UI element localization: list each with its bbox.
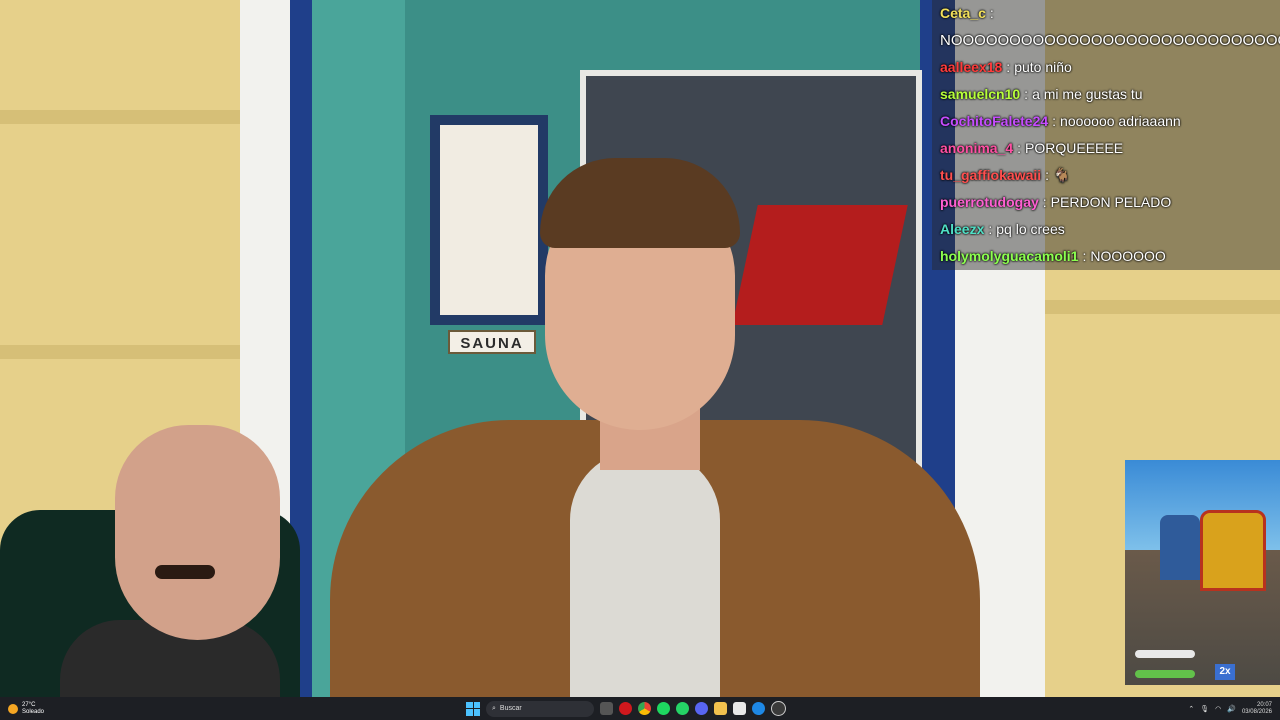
clock-date: 03/08/2026 <box>1241 708 1272 715</box>
chat-username[interactable]: Aleezx <box>940 221 984 237</box>
live-chat-overlay: Ceta_c: NOOOOOOOOOOOOOOOOOOOOOOOOOOOOOO aa… <box>932 0 1280 270</box>
chat-message: aalleex18: puto niño <box>932 54 1280 81</box>
folder-icon[interactable] <box>714 702 727 715</box>
microphone-icon[interactable]: 🎙 <box>1200 705 1209 713</box>
wall-ledge <box>1045 300 1280 314</box>
chat-separator: : <box>1082 248 1087 264</box>
chrome-icon[interactable] <box>638 702 651 715</box>
weather-desc: Soleado <box>22 708 45 715</box>
clock[interactable]: 20:07 03/08/2026 <box>1242 702 1272 716</box>
spotify-icon[interactable] <box>657 702 670 715</box>
chat-text: NOOOOOO <box>1090 248 1166 264</box>
chat-username[interactable]: aalleex18 <box>940 59 1002 75</box>
chat-separator: : <box>1052 113 1057 129</box>
chat-message: Ceta_c: <box>932 0 1280 27</box>
chat-text: PERDON PELADO <box>1050 194 1172 210</box>
subway-surfers-gameplay: 2x <box>1125 460 1280 685</box>
wall-ledge <box>0 345 240 359</box>
chat-message: Aleezx: pq lo crees <box>932 216 1280 243</box>
obs-icon[interactable] <box>771 701 786 716</box>
powerup-bar <box>1135 650 1195 658</box>
chat-separator: : <box>1024 86 1029 102</box>
chat-username[interactable]: tu_gaffiokawaii <box>940 167 1041 183</box>
clock-time: 20:07 <box>1256 701 1272 708</box>
chat-message: holymolyguacamoli1: NOOOOOO <box>932 243 1280 270</box>
streamer-guest-person <box>330 150 980 697</box>
chat-username[interactable]: holymolyguacamoli1 <box>940 248 1078 264</box>
chat-username[interactable]: puerrotudogay <box>940 194 1039 210</box>
chevron-up-icon[interactable]: ⌃ <box>1188 705 1194 713</box>
taskbar-search[interactable]: ⌕ Buscar <box>486 700 594 717</box>
chat-message: puerrotudogay: PERDON PELADO <box>932 189 1280 216</box>
file-explorer-icon[interactable] <box>600 702 613 715</box>
chat-text: a mi me gustas tu <box>1032 86 1143 102</box>
chat-separator: : <box>1017 140 1022 156</box>
chat-separator: : <box>1006 59 1011 75</box>
chat-message: NOOOOOOOOOOOOOOOOOOOOOOOOOOOOOO <box>932 27 1280 54</box>
streamer-webcam <box>0 420 310 697</box>
powerup-bar <box>1135 670 1195 678</box>
chat-text: 🐐 <box>1053 167 1071 183</box>
search-icon: ⌕ <box>492 704 496 712</box>
windows-taskbar: 27°C Soleado ⌕ Buscar ⌃ 🎙 ◠ 🔊 20:07 03/0… <box>0 697 1280 720</box>
search-placeholder: Buscar <box>499 705 522 712</box>
chat-username[interactable]: samuelcn10 <box>940 86 1020 102</box>
chat-username[interactable]: CochitoFalete24 <box>940 113 1048 129</box>
chat-text: NOOOOOOOOOOOOOOOOOOOOOOOOOOOOOO <box>940 32 1280 49</box>
chat-message: anonima_4: PORQUEEEEE <box>932 135 1280 162</box>
score-multiplier: 2x <box>1215 664 1235 680</box>
weather-widget[interactable]: 27°C Soleado <box>8 699 44 718</box>
wifi-icon[interactable]: ◠ <box>1215 705 1221 713</box>
whatsapp-icon[interactable] <box>676 702 689 715</box>
chat-text: puto niño <box>1014 59 1072 75</box>
weather-temp: 27°C <box>22 701 36 708</box>
discord-icon[interactable] <box>695 702 708 715</box>
chat-message: CochitoFalete24: noooooo adriaaann <box>932 108 1280 135</box>
chat-text: PORQUEEEEE <box>1025 140 1124 156</box>
chat-username[interactable]: Ceta_c <box>940 5 986 21</box>
system-tray: ⌃ 🎙 ◠ 🔊 20:07 03/08/2026 <box>1188 699 1272 718</box>
chat-message: tu_gaffiokawaii: 🐐 <box>932 162 1280 189</box>
opera-icon[interactable] <box>619 702 632 715</box>
chat-separator: : <box>988 221 993 237</box>
chat-message: samuelcn10: a mi me gustas tu <box>932 81 1280 108</box>
sun-icon <box>8 703 18 714</box>
chat-text: noooooo adriaaann <box>1060 113 1181 129</box>
wall-ledge <box>0 110 240 124</box>
chat-username[interactable]: anonima_4 <box>940 140 1013 156</box>
capcut-icon[interactable] <box>733 702 746 715</box>
volume-icon[interactable]: 🔊 <box>1227 705 1236 713</box>
chat-separator: : <box>1042 194 1047 210</box>
edge-icon[interactable] <box>752 702 765 715</box>
chat-text: pq lo crees <box>996 221 1065 237</box>
chat-separator: : <box>1045 167 1050 183</box>
start-button[interactable] <box>466 701 480 716</box>
chat-separator: : <box>989 5 994 21</box>
